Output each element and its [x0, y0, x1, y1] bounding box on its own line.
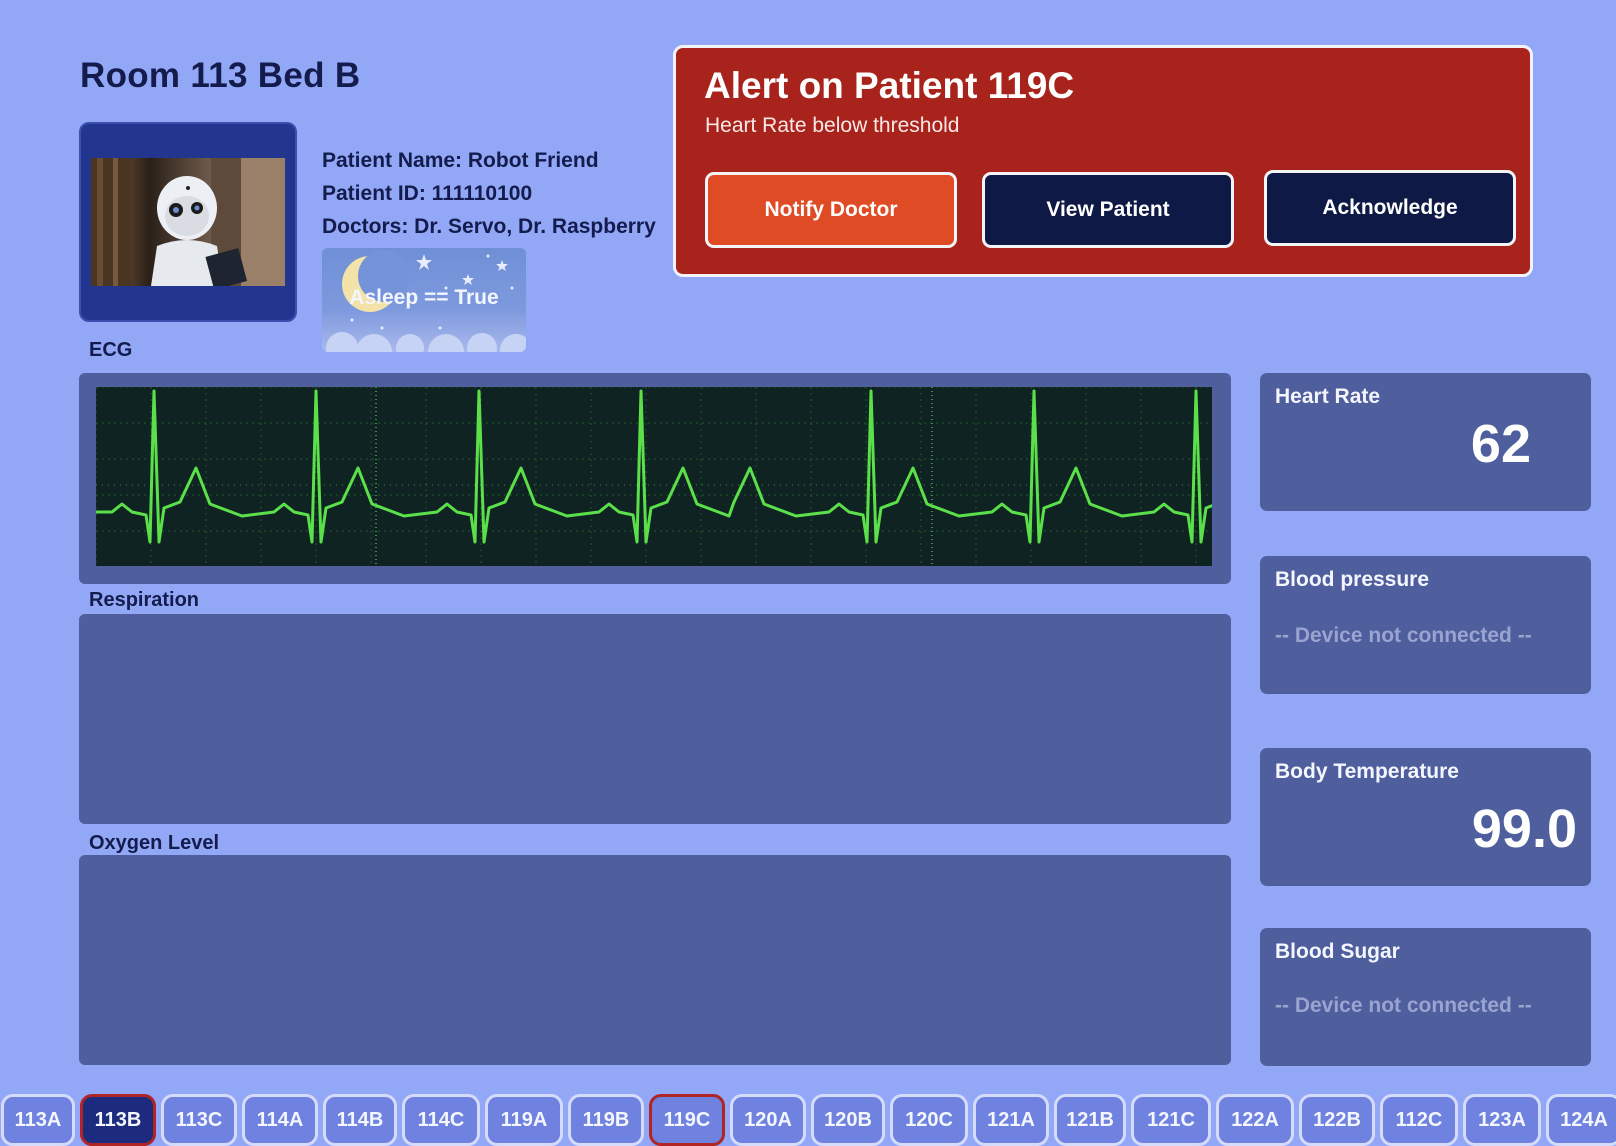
bed-tab-114b[interactable]: 114B [323, 1094, 397, 1146]
bed-tab-120c[interactable]: 120C [890, 1094, 968, 1146]
patient-name: Patient Name: Robot Friend [322, 149, 599, 172]
ecg-waveform [96, 387, 1212, 566]
body-temperature-value: 99.0 [1471, 799, 1577, 859]
blood-sugar-card: Blood Sugar -- Device not connected -- [1260, 928, 1591, 1066]
oxygen-level-chart [79, 855, 1231, 1065]
respiration-label: Respiration [89, 589, 200, 611]
bed-tab-121c[interactable]: 121C [1131, 1094, 1211, 1146]
room-title: Room 113 Bed B [80, 56, 361, 95]
ecg-label: ECG [89, 339, 133, 361]
alert-panel: Alert on Patient 119C Heart Rate below t… [673, 45, 1533, 277]
bed-tab-122a[interactable]: 122A [1216, 1094, 1294, 1146]
respiration-chart [79, 614, 1231, 824]
bed-tab-124a[interactable]: 124A [1546, 1094, 1616, 1146]
heart-rate-label: Heart Rate [1275, 385, 1381, 408]
bed-tab-112c[interactable]: 112C [1380, 1094, 1458, 1146]
bed-tab-123a[interactable]: 123A [1463, 1094, 1541, 1146]
ecg-panel [79, 373, 1231, 584]
body-temperature-label: Body Temperature [1275, 760, 1459, 783]
blood-pressure-status: -- Device not connected -- [1275, 624, 1532, 647]
alert-subtitle: Heart Rate below threshold [705, 114, 960, 137]
heart-rate-value: 62 [1470, 414, 1531, 474]
oxygen-label: Oxygen Level [89, 832, 220, 854]
blood-pressure-card: Blood pressure -- Device not connected -… [1260, 556, 1591, 694]
notify-doctor-button[interactable]: Notify Doctor [705, 172, 957, 248]
bed-tab-114c[interactable]: 114C [402, 1094, 480, 1146]
bed-tab-113b[interactable]: 113B [80, 1094, 156, 1146]
patient-info: Patient Name: Robot Friend Patient ID: 1… [322, 144, 656, 243]
view-patient-button[interactable]: View Patient [982, 172, 1234, 248]
ecg-trace-line [96, 389, 1212, 544]
patient-photo-card [79, 122, 297, 322]
sleep-status-badge: Asleep == True [322, 248, 526, 352]
alert-title: Alert on Patient 119C [704, 65, 1075, 106]
bed-tab-122b[interactable]: 122B [1299, 1094, 1375, 1146]
blood-sugar-status: -- Device not connected -- [1275, 994, 1532, 1017]
bed-tab-121a[interactable]: 121A [973, 1094, 1049, 1146]
bed-tab-119c[interactable]: 119C [649, 1094, 725, 1146]
ecg-monitor [96, 387, 1212, 566]
sleep-status-text: Asleep == True [349, 286, 499, 309]
bed-tab-120a[interactable]: 120A [730, 1094, 806, 1146]
heart-rate-card: Heart Rate 62 [1260, 373, 1591, 511]
patient-doctors: Doctors: Dr. Servo, Dr. Raspberry [322, 215, 656, 238]
bed-tab-119a[interactable]: 119A [485, 1094, 563, 1146]
bed-tab-119b[interactable]: 119B [568, 1094, 644, 1146]
bed-tab-113c[interactable]: 113C [161, 1094, 237, 1146]
bed-tab-120b[interactable]: 120B [811, 1094, 885, 1146]
patient-id: Patient ID: 111110100 [322, 182, 533, 205]
patient-photo [91, 158, 285, 286]
bed-tab-114a[interactable]: 114A [242, 1094, 318, 1146]
body-temperature-card: Body Temperature 99.0 [1260, 748, 1591, 886]
bed-tab-121b[interactable]: 121B [1054, 1094, 1126, 1146]
bed-tab-113a[interactable]: 113A [1, 1094, 75, 1146]
blood-pressure-label: Blood pressure [1275, 568, 1430, 591]
acknowledge-button[interactable]: Acknowledge [1264, 170, 1516, 246]
bed-tab-bar: 113A 113B 113C 114A 114B 114C 119A 119B 119C 120A… [0, 1094, 1616, 1146]
blood-sugar-label: Blood Sugar [1275, 940, 1400, 963]
